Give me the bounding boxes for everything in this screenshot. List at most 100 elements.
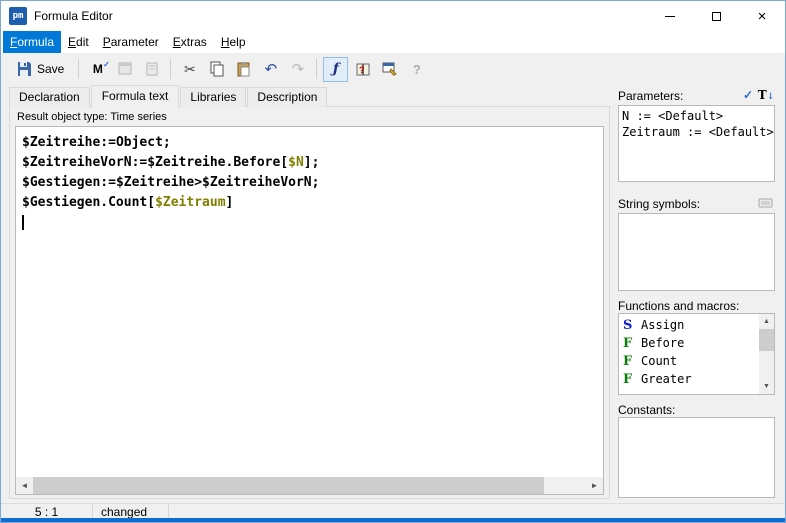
- function-letter-icon: F: [623, 354, 633, 369]
- constants-header: Constants:: [618, 401, 775, 417]
- form-icon: [117, 61, 133, 77]
- function-icon: ƒ: [333, 61, 339, 77]
- function-label: Count: [641, 354, 677, 368]
- side-panel: Parameters: ✓ T↓ N := <Default>Zeitraum …: [618, 85, 775, 498]
- toolbar: Save M✓ ✂ ↶ ↷ ƒ ? ?: [1, 53, 785, 85]
- scroll-track[interactable]: [33, 477, 586, 494]
- string-symbols-header: String symbols:: [618, 195, 775, 211]
- undo-button[interactable]: ↶: [258, 57, 283, 82]
- m-check-icon: M✓: [93, 62, 103, 76]
- close-button[interactable]: ×: [739, 1, 785, 31]
- maximize-button[interactable]: [693, 1, 739, 31]
- minimize-button[interactable]: [647, 1, 693, 31]
- save-icon: [16, 61, 32, 77]
- copy-button[interactable]: [204, 57, 229, 82]
- functions-header: Functions and macros:: [618, 297, 775, 313]
- function-letter-icon: F: [623, 336, 633, 351]
- window-controls: ×: [647, 1, 785, 31]
- menu-item-extras[interactable]: Extras: [166, 31, 214, 53]
- formula-text-panel: Result object type: Time series $Zeitrei…: [9, 106, 610, 499]
- redo-button[interactable]: ↷: [285, 57, 310, 82]
- string-symbols-list[interactable]: [618, 213, 775, 291]
- string-symbols-icon: [758, 197, 774, 209]
- check-parameters-button[interactable]: ✓: [739, 87, 757, 103]
- scroll-thumb[interactable]: [33, 477, 544, 494]
- scroll-left-arrow[interactable]: ◄: [16, 477, 33, 494]
- text-caret: [22, 215, 24, 230]
- parameters-header: Parameters: ✓ T↓: [618, 85, 775, 103]
- toolbar-separator: [170, 59, 171, 79]
- tab-declaration[interactable]: Declaration: [9, 87, 90, 107]
- tab-formula-text[interactable]: Formula text: [91, 85, 180, 108]
- string-symbols-label: String symbols:: [618, 197, 700, 211]
- function-label: Assign: [641, 318, 684, 332]
- code-line: $Zeitreihe:=Object;: [22, 133, 597, 153]
- function-item-greater[interactable]: F Greater: [619, 370, 758, 388]
- menu-bar: FormulaEditParameterExtrasHelp: [1, 31, 785, 53]
- toolbar-separator: [316, 59, 317, 79]
- redo-icon: ↷: [292, 62, 305, 77]
- scroll-down-arrow[interactable]: ▼: [759, 379, 774, 394]
- minimize-icon: [665, 16, 675, 17]
- cut-button[interactable]: ✂: [177, 57, 202, 82]
- parameter-item[interactable]: Zeitraum := <Default>: [619, 124, 774, 140]
- function-letter-icon: F: [623, 372, 633, 387]
- scroll-thumb[interactable]: [759, 329, 774, 351]
- code-area[interactable]: $Zeitreihe:=Object;$ZeitreiheVorN:=$Zeit…: [16, 127, 603, 477]
- parameters-list[interactable]: N := <Default>Zeitraum := <Default>: [618, 105, 775, 182]
- window-title: Formula Editor: [34, 9, 113, 23]
- constants-list[interactable]: [618, 417, 775, 498]
- menu-item-help[interactable]: Help: [214, 31, 253, 53]
- paste-icon: [236, 61, 252, 77]
- text-insert-icon: T↓: [758, 88, 774, 102]
- menu-item-edit[interactable]: Edit: [61, 31, 96, 53]
- code-line: $ZeitreiheVorN:=$Zeitreihe.Before[$N];: [22, 153, 597, 173]
- help-topics-button[interactable]: ?: [350, 57, 375, 82]
- app-icon: pm: [9, 7, 27, 25]
- insert-text-parameter-button[interactable]: T↓: [757, 87, 775, 103]
- svg-text:?: ?: [359, 65, 365, 75]
- paste-button[interactable]: [231, 57, 256, 82]
- scroll-right-arrow[interactable]: ►: [586, 477, 603, 494]
- page-icon: [144, 61, 160, 77]
- code-line: $Gestiegen.Count[$Zeitraum]: [22, 193, 597, 213]
- function-item-assign[interactable]: SAssign: [619, 316, 758, 334]
- help-book-icon: ?: [355, 61, 371, 77]
- maximize-icon: [712, 12, 721, 21]
- string-symbols-tool-button[interactable]: [757, 195, 775, 211]
- disabled-tool-button-2[interactable]: [139, 57, 164, 82]
- question-icon: ?: [413, 62, 421, 77]
- edit-comment-button[interactable]: [377, 57, 402, 82]
- function-item-before[interactable]: F Before: [619, 334, 758, 352]
- caret-line: [22, 213, 597, 233]
- functions-scrollbar: ▲ ▼: [759, 314, 774, 394]
- functions-label: Functions and macros:: [618, 299, 739, 313]
- checkmark-icon: ✓: [743, 88, 753, 102]
- function-label: Before: [641, 336, 684, 350]
- parameters-label: Parameters:: [618, 89, 683, 103]
- window-bottom-border: [1, 518, 785, 522]
- scroll-track[interactable]: [759, 329, 774, 379]
- toolbar-separator: [78, 59, 79, 79]
- parameter-item[interactable]: N := <Default>: [619, 108, 774, 124]
- context-help-button[interactable]: ?: [404, 57, 429, 82]
- tab-description[interactable]: Description: [247, 87, 327, 107]
- close-icon: ×: [758, 9, 767, 24]
- function-wizard-button[interactable]: ƒ: [323, 57, 348, 82]
- functions-list: SAssign F Before F Count F Greater: [619, 314, 758, 394]
- save-button[interactable]: Save: [8, 57, 72, 82]
- menu-item-formula[interactable]: Formula: [3, 31, 61, 53]
- tab-libraries[interactable]: Libraries: [180, 87, 246, 107]
- scissors-icon: ✂: [184, 61, 196, 78]
- syntax-check-button[interactable]: M✓: [85, 57, 110, 82]
- functions-listbox[interactable]: SAssign F Before F Count F Greater ▲ ▼: [618, 313, 775, 395]
- scroll-up-arrow[interactable]: ▲: [759, 314, 774, 329]
- formula-editor-area[interactable]: $Zeitreihe:=Object;$ZeitreiheVorN:=$Zeit…: [15, 126, 604, 495]
- function-label: Greater: [641, 372, 692, 386]
- function-item-count[interactable]: F Count: [619, 352, 758, 370]
- title-bar: pm Formula Editor ×: [1, 1, 785, 31]
- menu-item-parameter[interactable]: Parameter: [96, 31, 166, 53]
- disabled-tool-button-1[interactable]: [112, 57, 137, 82]
- horizontal-scrollbar: ◄ ►: [16, 477, 603, 494]
- result-object-type-label: Result object type: Time series: [17, 111, 167, 123]
